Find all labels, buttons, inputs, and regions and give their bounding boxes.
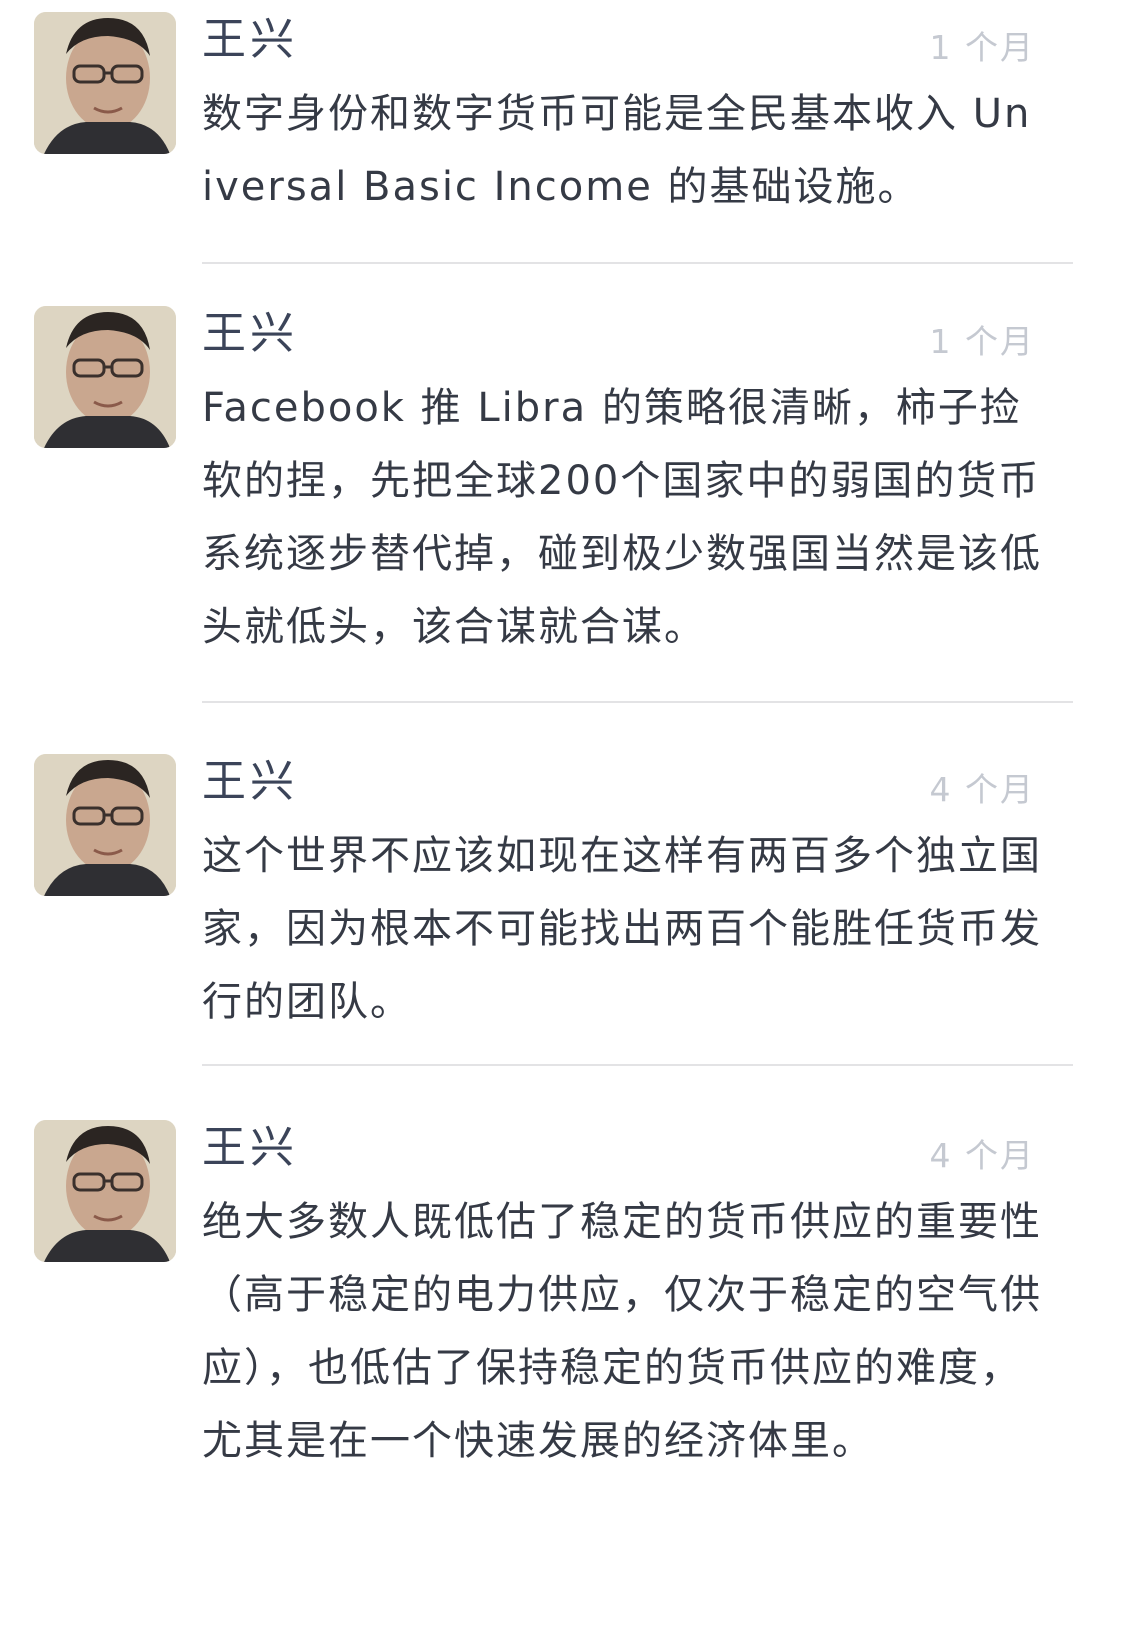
avatar[interactable] (34, 754, 176, 896)
post-content: 绝大多数人既低估了稳定的货币供应的重要性（高于稳定的电力供应，仅次于稳定的空气供… (202, 1199, 1042, 1464)
divider (202, 262, 1073, 264)
avatar[interactable] (34, 306, 176, 448)
divider (202, 1064, 1073, 1066)
post-time: 4 个月 (929, 1136, 1035, 1175)
post-time: 1 个月 (929, 322, 1035, 361)
post-time: 1 个月 (929, 28, 1035, 67)
author-name[interactable]: 王兴 (202, 304, 298, 364)
avatar[interactable] (34, 12, 176, 154)
post-feed: 王兴 1 个月 数字身份和数字货币可能是全民基本收入 Universal Bas… (0, 0, 1125, 1644)
author-name[interactable]: 王兴 (202, 1118, 298, 1178)
post-content: 这个世界不应该如现在这样有两百多个独立国家，因为根本不可能找出两百个能胜任货币发… (202, 833, 1042, 1025)
divider (202, 701, 1073, 703)
post-content: Facebook 推 Libra 的策略很清晰，柿子捡软的捏，先把全球200个国… (202, 385, 1042, 650)
author-name[interactable]: 王兴 (202, 10, 298, 70)
post-time: 4 个月 (929, 770, 1035, 809)
post-content: 数字身份和数字货币可能是全民基本收入 Universal Basic Incom… (202, 91, 1032, 210)
author-name[interactable]: 王兴 (202, 752, 298, 812)
avatar[interactable] (34, 1120, 176, 1262)
